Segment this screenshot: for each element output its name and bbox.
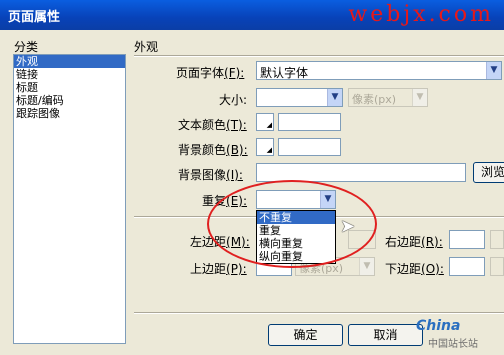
mouse-cursor-icon: ➤ — [340, 216, 356, 237]
china-logo-subtitle: 中国站长站 — [428, 339, 478, 350]
right-margin-label: 右边距(R): — [385, 235, 443, 249]
section-label: 外观 — [134, 40, 159, 54]
text-color-swatch[interactable]: ◢ — [256, 113, 274, 131]
chevron-down-icon[interactable]: ▼ — [486, 62, 501, 79]
category-item-title-encoding[interactable]: 标题/编码 — [14, 94, 125, 107]
top-margin-label: 上边距(P): — [190, 262, 247, 276]
category-label: 分类 — [14, 40, 39, 54]
page-properties-dialog: 页面属性 webjx.com 分类 外观 链接 标题 标题/编码 跟踪图像 外观… — [0, 0, 504, 355]
ok-button[interactable]: 确定 — [268, 324, 343, 346]
bottom-margin-input[interactable] — [449, 257, 485, 276]
caret-icon: ◢ — [266, 146, 272, 154]
title-bar[interactable]: 页面属性 webjx.com — [0, 0, 504, 30]
category-item-appearance[interactable]: 外观 — [14, 55, 125, 68]
dialog-title: 页面属性 — [8, 10, 61, 25]
text-color-input[interactable] — [278, 113, 341, 131]
category-item-links[interactable]: 链接 — [14, 68, 125, 81]
footer-divider — [134, 312, 504, 314]
watermark-text: webjx.com — [348, 2, 494, 27]
bottom-margin-unit — [490, 257, 504, 276]
chevron-down-icon[interactable]: ▼ — [327, 89, 342, 106]
china-logo: China — [416, 318, 461, 334]
size-unit-select: 像素(px) ▼ — [348, 88, 428, 107]
page-font-label: 页面字体(F): — [176, 66, 245, 80]
size-label: 大小: — [219, 93, 248, 107]
section-divider — [134, 55, 504, 57]
caret-icon: ◢ — [266, 121, 272, 129]
category-list[interactable]: 外观 链接 标题 标题/编码 跟踪图像 — [13, 54, 126, 344]
bg-image-label: 背景图像(I): — [178, 168, 243, 182]
browse-button[interactable]: 浏览 — [473, 162, 504, 183]
size-unit-value: 像素(px) — [352, 93, 397, 106]
size-select[interactable]: ▼ — [256, 88, 343, 107]
right-margin-input[interactable] — [449, 230, 485, 249]
bg-color-input[interactable] — [278, 138, 341, 156]
page-font-value: 默认字体 — [260, 66, 309, 80]
bg-color-swatch[interactable]: ◢ — [256, 138, 274, 156]
chevron-down-icon: ▼ — [359, 258, 374, 275]
right-margin-unit — [490, 230, 504, 249]
text-color-label: 文本颜色(T): — [178, 118, 247, 132]
cancel-button[interactable]: 取消 — [348, 324, 423, 346]
bg-color-label: 背景颜色(B): — [178, 143, 248, 157]
page-font-select[interactable]: 默认字体 ▼ — [256, 61, 502, 80]
category-item-headings[interactable]: 标题 — [14, 81, 125, 94]
bottom-margin-label: 下边距(O): — [385, 262, 444, 276]
category-item-tracing-image[interactable]: 跟踪图像 — [14, 107, 125, 120]
chevron-down-icon: ▼ — [412, 89, 427, 106]
